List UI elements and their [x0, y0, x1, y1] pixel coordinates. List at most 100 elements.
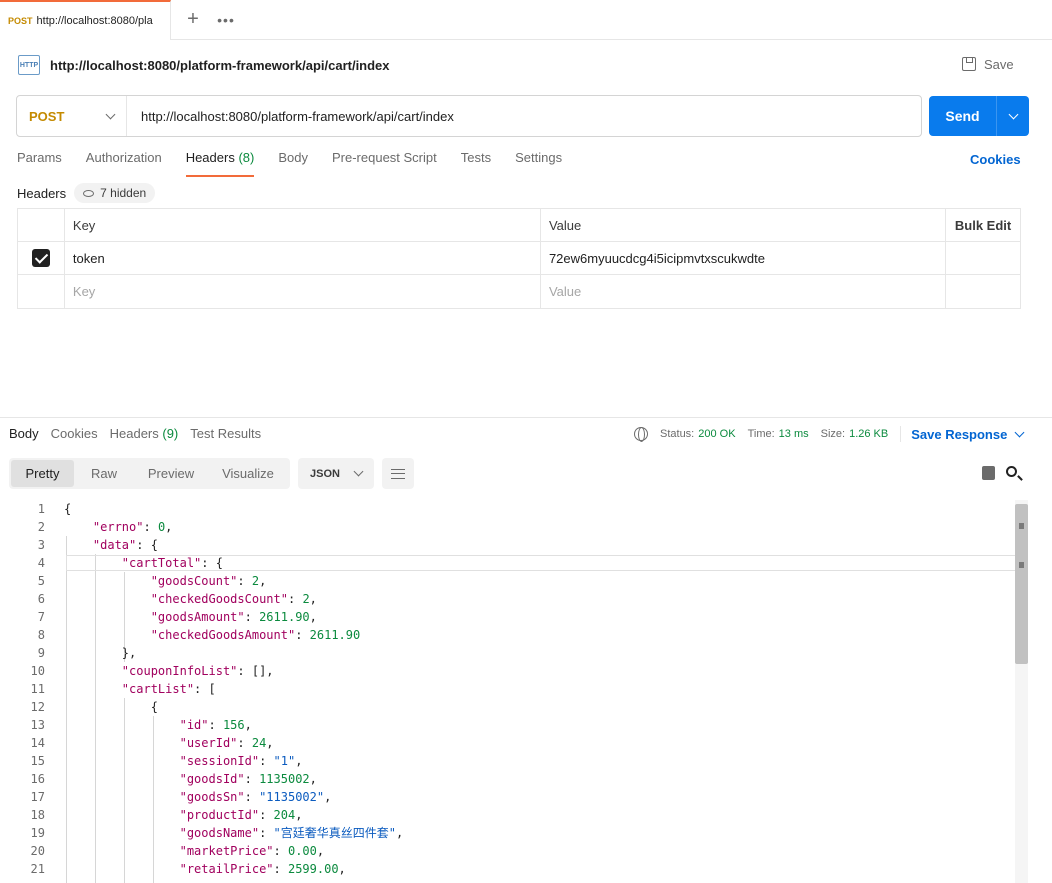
- row-checkbox[interactable]: [18, 242, 65, 274]
- response-tabs: Body Cookies Headers (9) Test Results: [9, 426, 273, 446]
- tab-label: Params: [17, 150, 62, 165]
- code-line: 18 "productId": 204,: [0, 806, 1016, 824]
- cookies-link[interactable]: Cookies: [970, 152, 1021, 167]
- format-select[interactable]: JSON: [298, 458, 374, 489]
- code-line: 11 "cartList": [: [0, 680, 1016, 698]
- json-punct: [64, 664, 122, 678]
- tab-params[interactable]: Params: [17, 150, 62, 176]
- response-tab-headers[interactable]: Headers (9): [110, 426, 179, 446]
- status-value[interactable]: 200 OK: [698, 428, 735, 440]
- code-text: "couponInfoList": [],: [64, 662, 274, 680]
- view-pretty[interactable]: Pretty: [11, 460, 74, 487]
- json-punct: :: [143, 520, 158, 534]
- response-tab-body[interactable]: Body: [9, 426, 39, 446]
- headers-label: Headers: [17, 185, 67, 201]
- pane-divider[interactable]: [0, 417, 1052, 418]
- header-value-cell[interactable]: 72ew6myuucdcg4i5icipmvtxscukwdte: [541, 242, 947, 274]
- hidden-headers-toggle[interactable]: 7 hidden: [74, 183, 156, 203]
- json-punct: [64, 826, 180, 840]
- tab-label: Authorization: [85, 150, 162, 165]
- json-punct: :: [273, 844, 288, 858]
- copy-icon[interactable]: [982, 463, 999, 480]
- tab-headers[interactable]: Headers (8): [185, 150, 254, 177]
- new-key-input[interactable]: Key: [65, 275, 541, 308]
- chevron-down-icon: [353, 466, 364, 477]
- view-visualize[interactable]: Visualize: [208, 460, 288, 487]
- line-number: 10: [30, 664, 45, 678]
- code-line: 14 "userId": 24,: [0, 734, 1016, 752]
- json-key: "cartTotal": [121, 556, 202, 570]
- code-text: "checkedGoodsAmount": 2611.90: [64, 626, 361, 644]
- new-value-input[interactable]: Value: [541, 275, 947, 308]
- json-punct: ,: [338, 862, 346, 876]
- json-key: "errno": [92, 520, 144, 534]
- time-value[interactable]: 13 ms: [779, 428, 809, 440]
- request-title[interactable]: http://localhost:8080/platform-framework…: [50, 58, 390, 73]
- send-button[interactable]: Send: [929, 96, 1029, 136]
- json-key: "sessionId": [179, 754, 260, 768]
- tab-pre-request-script[interactable]: Pre-request Script: [332, 150, 437, 176]
- code-text: "errno": 0,: [64, 518, 173, 536]
- header-key-cell[interactable]: token: [65, 242, 541, 274]
- new-tab-button[interactable]: +: [175, 0, 211, 39]
- json-punct: :: [208, 718, 223, 732]
- http-icon: HTTP: [18, 55, 40, 75]
- wrap-lines-button[interactable]: [382, 458, 414, 489]
- save-button[interactable]: Save: [962, 54, 1014, 74]
- tab-body[interactable]: Body: [278, 150, 308, 176]
- line-number: 7: [37, 610, 45, 624]
- tab-tests[interactable]: Tests: [461, 150, 491, 176]
- json-punct: [64, 610, 151, 624]
- json-punct: :: [244, 790, 260, 804]
- response-tab-cookies[interactable]: Cookies: [51, 426, 98, 446]
- tab-authorization[interactable]: Authorization: [86, 150, 162, 176]
- line-number: 6: [37, 592, 45, 606]
- json-punct: [64, 736, 180, 750]
- empty-cell: [946, 242, 1020, 274]
- url-input[interactable]: [127, 96, 921, 136]
- code-text: "goodsId": 1135002,: [64, 770, 317, 788]
- json-string: "宫廷奢华真丝四件套": [273, 826, 396, 840]
- json-punct: :: [259, 826, 274, 840]
- response-body-editor[interactable]: 1{2 "errno": 0, 3 "data": {4 "cartTotal":…: [0, 500, 1016, 883]
- size-value[interactable]: 1.26 KB: [849, 428, 888, 440]
- json-punct: [64, 790, 180, 804]
- headers-label-row: Headers 7 hidden: [17, 183, 156, 203]
- code-text: {: [64, 698, 158, 716]
- json-key: "cartList": [121, 682, 195, 696]
- search-icon[interactable]: [1006, 466, 1017, 477]
- json-punct: : [: [194, 682, 216, 696]
- view-raw[interactable]: Raw: [74, 460, 134, 487]
- send-options-button[interactable]: [996, 96, 1029, 136]
- code-text: "data": {: [64, 536, 158, 554]
- line-number: 19: [30, 826, 45, 840]
- request-tab[interactable]: POST http://localhost:8080/pla: [0, 0, 171, 40]
- json-key: "goodsCount": [150, 574, 238, 588]
- line-number: 8: [37, 628, 45, 642]
- request-tab-method: POST: [8, 16, 33, 26]
- tab-label: Settings: [515, 150, 563, 165]
- json-key: "userId": [179, 736, 238, 750]
- checkbox-column-header: [18, 209, 65, 241]
- json-punct: [64, 556, 122, 570]
- response-status: Status: 200 OK Time: 13 ms Size: 1.26 KB Sa…: [634, 426, 1025, 442]
- json-string: "1135002": [259, 790, 325, 804]
- json-key: "goodsAmount": [150, 610, 245, 624]
- bulk-edit-button[interactable]: Bulk Edit: [946, 209, 1020, 241]
- json-punct: {: [64, 700, 158, 714]
- json-number: 2611.90: [309, 628, 361, 642]
- tab-settings[interactable]: Settings: [515, 150, 562, 176]
- url-bar: POST: [16, 95, 922, 137]
- response-tab-test-results[interactable]: Test Results: [190, 426, 261, 446]
- tab-label: Tests: [460, 150, 492, 165]
- code-line: 8 "checkedGoodsAmount": 2611.90: [0, 626, 1016, 644]
- method-select[interactable]: POST: [17, 96, 127, 136]
- view-preview[interactable]: Preview: [134, 460, 208, 487]
- json-number: 2: [251, 574, 260, 588]
- view-mode-segment: Pretty Raw Preview Visualize: [9, 458, 290, 489]
- more-tabs-button[interactable]: •••: [211, 0, 241, 39]
- line-number: 5: [37, 574, 45, 588]
- globe-icon[interactable]: [634, 427, 648, 442]
- save-response-button[interactable]: Save Response: [911, 427, 1025, 442]
- json-key: "id": [179, 718, 209, 732]
